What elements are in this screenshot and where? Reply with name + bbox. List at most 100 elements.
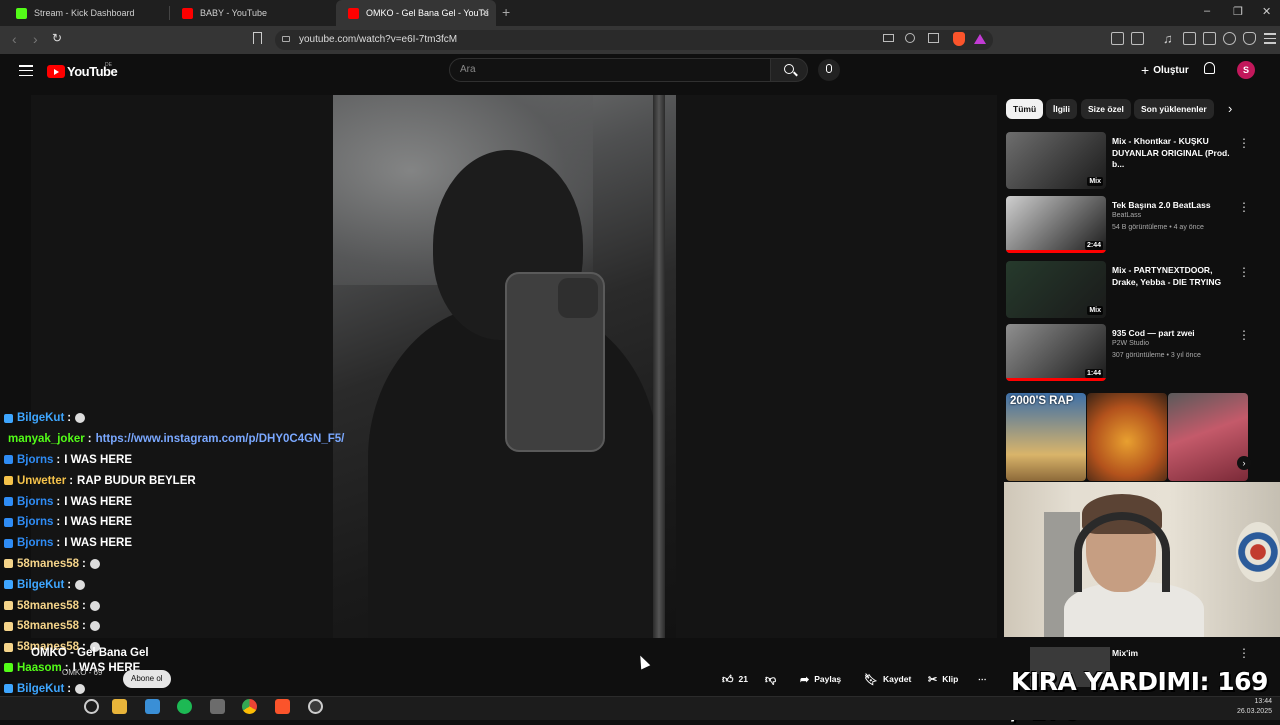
browser-menu-icon[interactable]	[1264, 33, 1276, 44]
cast-icon[interactable]	[883, 34, 894, 42]
chat-badge-icon	[4, 559, 13, 569]
more-options-icon[interactable]: ⋮	[1238, 328, 1250, 342]
media-icon[interactable]: ♫	[1163, 31, 1173, 46]
bookmark-icon: 🔖︎	[864, 673, 878, 686]
video-title-link[interactable]: Mix - Khontkar - KUŞKU DUYANLAR ORIGINAL…	[1112, 136, 1237, 171]
shelf-next-icon[interactable]: ›	[1237, 456, 1251, 470]
share-button[interactable]: ➦ Paylaş	[800, 669, 841, 689]
clip-button[interactable]: ✂ Klip	[928, 669, 958, 689]
chip-all[interactable]: Tümü	[1006, 99, 1044, 119]
spotify-icon[interactable]	[177, 699, 192, 714]
close-window-button[interactable]: ✕	[1262, 5, 1271, 18]
maximize-button[interactable]: ❐	[1233, 5, 1243, 18]
kick-icon	[16, 7, 27, 19]
chevron-right-icon[interactable]: ›	[1228, 101, 1232, 116]
chat-message: Bjorns :I WAS HERE	[4, 533, 344, 554]
search-input[interactable]: Ara	[449, 58, 771, 82]
new-tab-button[interactable]: +	[502, 4, 510, 20]
brave-rewards-icon[interactable]	[974, 34, 986, 44]
close-tab-icon[interactable]: ✕	[481, 6, 490, 19]
chat-badge-icon	[4, 601, 13, 611]
reader-icon[interactable]	[1183, 32, 1196, 45]
chat-badge-icon	[4, 580, 13, 590]
obs-icon[interactable]	[308, 699, 323, 714]
tab-title: OMKO - Gel Bana Gel - YouTu	[366, 8, 489, 18]
save-button[interactable]: 🔖︎ Kaydet	[864, 669, 911, 689]
tab-title: Stream - Kick Dashboard	[34, 8, 135, 18]
chat-emote-icon	[75, 413, 86, 424]
back-icon[interactable]: ‹	[12, 31, 17, 47]
video-channel[interactable]: P2W Studio	[1112, 338, 1149, 350]
more-actions-button[interactable]: ⋯	[978, 669, 987, 689]
video-thumbnail[interactable]: Mix	[1006, 132, 1106, 189]
video-title-link[interactable]: Mix - PARTYNEXTDOOR, Drake, Yebba - DIE …	[1112, 265, 1237, 288]
sidebar-panel-icon[interactable]	[1131, 32, 1144, 45]
chat-message: Bjorns :I WAS HERE	[4, 491, 344, 512]
subscribe-button[interactable]: Abone ol	[123, 670, 171, 688]
calculator-icon[interactable]	[210, 699, 225, 714]
thumbs-down-icon: 👎︎	[765, 673, 777, 686]
tab-baby-youtube[interactable]: BABY - YouTube	[170, 0, 330, 26]
webcam-overlay	[1004, 482, 1280, 637]
chat-badge-icon	[4, 476, 13, 486]
chat-text: I WAS HERE	[64, 537, 132, 550]
voice-search-button[interactable]	[818, 59, 840, 81]
chrome-icon[interactable]	[242, 699, 257, 714]
chat-badge-icon	[4, 684, 13, 694]
brave-icon[interactable]	[275, 699, 290, 714]
forward-icon[interactable]: ›	[33, 31, 38, 47]
chat-badge-icon	[4, 621, 13, 631]
notifications-bell-icon[interactable]	[1204, 62, 1215, 74]
chat-username: Bjorns	[17, 495, 54, 508]
share-page-icon[interactable]	[928, 33, 939, 43]
minimize-button[interactable]: –	[1204, 5, 1210, 17]
video-channel[interactable]: BeatLass	[1112, 210, 1141, 222]
avatar[interactable]: S	[1237, 61, 1255, 79]
video-frame[interactable]	[333, 95, 676, 638]
wallet-icon[interactable]	[1203, 32, 1216, 45]
channel-name[interactable]: OMKO - 69	[62, 668, 102, 677]
more-options-icon[interactable]: ⋮	[1238, 265, 1250, 279]
hamburger-menu-icon[interactable]	[19, 65, 33, 77]
vpn-icon[interactable]	[1243, 32, 1256, 45]
bookmark-icon[interactable]	[253, 32, 262, 44]
leo-icon[interactable]	[1223, 32, 1236, 45]
chat-emote-icon	[89, 600, 100, 611]
more-options-icon[interactable]: ⋮	[1238, 136, 1250, 150]
mail-icon[interactable]	[145, 699, 160, 714]
chat-link[interactable]: https://www.instagram.com/p/DHY0C4GN_F5/	[96, 433, 345, 445]
mix-title[interactable]: Mix'im	[1112, 648, 1138, 658]
search-button[interactable]	[770, 58, 808, 82]
chat-badge-icon	[4, 455, 13, 465]
chat-text: RAP BUDUR BEYLER	[77, 474, 196, 487]
chip-for-you[interactable]: Size özel	[1081, 99, 1131, 119]
site-info-icon[interactable]	[282, 36, 290, 42]
tab-kick-dashboard[interactable]: Stream - Kick Dashboard	[4, 0, 164, 26]
chat-emote-icon	[75, 683, 86, 694]
chip-recent[interactable]: Son yüklenenler	[1134, 99, 1214, 119]
file-explorer-icon[interactable]	[112, 699, 127, 714]
chat-message: manyak_joker : https://www.instagram.com/…	[8, 433, 345, 446]
tab-omko-youtube[interactable]: OMKO - Gel Bana Gel - YouTu ✕	[336, 0, 496, 26]
chat-badge-icon	[4, 517, 13, 527]
chat-message: Bjorns :I WAS HERE	[4, 512, 344, 533]
video-thumbnail[interactable]: 2:44	[1006, 196, 1106, 253]
extensions-icon[interactable]	[1111, 32, 1124, 45]
more-options-icon[interactable]: ⋮	[1238, 646, 1250, 660]
chat-emote-icon	[75, 579, 86, 590]
chat-badge-icon	[4, 538, 13, 548]
dislike-button[interactable]: 👎︎	[765, 669, 776, 689]
zoom-icon[interactable]	[905, 33, 915, 43]
video-thumbnail[interactable]: Mix	[1006, 261, 1106, 318]
search-taskbar-icon[interactable]	[84, 699, 99, 714]
more-options-icon[interactable]: ⋮	[1238, 200, 1250, 214]
youtube-icon	[348, 7, 359, 19]
create-button[interactable]: + Oluştur	[1135, 60, 1195, 80]
like-button[interactable]: 👍︎ 21	[722, 669, 748, 689]
chip-related[interactable]: İlgili	[1046, 99, 1077, 119]
chat-message: BilgeKut :	[4, 408, 344, 429]
brave-shields-icon[interactable]	[953, 32, 965, 46]
reload-icon[interactable]: ↻	[52, 31, 62, 45]
system-clock[interactable]: 13:44 26.03.2025	[1228, 697, 1272, 717]
video-thumbnail[interactable]: 1:44	[1006, 324, 1106, 381]
